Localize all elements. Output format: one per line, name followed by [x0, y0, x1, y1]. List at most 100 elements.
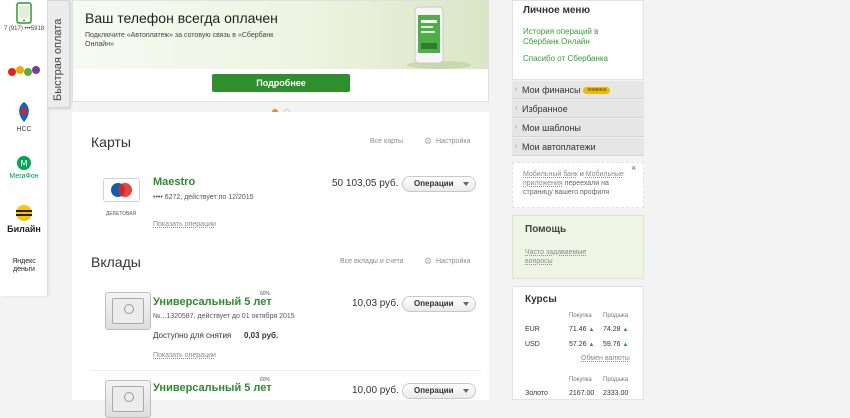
metal-name: Золото — [525, 390, 548, 397]
chevron-down-icon — [463, 182, 469, 186]
operator-yandex-money[interactable]: Яндекс деньги — [0, 258, 48, 274]
menu-label: Мои автоплатежи — [522, 142, 596, 152]
help-title: Помощь — [525, 224, 567, 235]
available-amount: 0,03 руб. — [244, 331, 279, 340]
deposit-rate: 60% — [260, 377, 271, 383]
gear-icon: ⚙ — [424, 256, 433, 266]
card-type-label: ДЕБЕТОВАЯ — [106, 211, 137, 217]
currency-buy: 57.26 ▲ — [569, 341, 595, 348]
currency-code: USD — [525, 341, 540, 348]
quick-pay-rail: 7 (917) •••5918 НСС М МегаФон Билайн Янд… — [0, 0, 48, 296]
metal-buy: 2167.00 — [569, 390, 595, 397]
help-panel: Помощь Часто задаваемые вопросы — [512, 215, 644, 279]
maestro-logo-icon — [111, 183, 132, 197]
metal-sell: 2333.00 — [603, 390, 629, 397]
arrow-up-icon: ▲ — [622, 342, 629, 348]
menu-label: Мои финансы — [522, 85, 581, 95]
currency-sell: 59.76 ▲ — [603, 341, 629, 348]
deposit-name-link[interactable]: Универсальный 5 лет — [153, 296, 272, 308]
operations-label: Операции — [414, 299, 454, 308]
deposit-rate: 60% — [260, 291, 271, 297]
operations-label: Операции — [414, 179, 454, 188]
quick-pay-label: Быстрая оплата — [52, 18, 64, 101]
faq-link[interactable]: Часто задаваемые вопросы — [525, 248, 605, 266]
deposits-settings-link[interactable]: Настройка — [436, 258, 470, 265]
operator-label: МегаФон — [9, 173, 39, 180]
arrow-up-icon: ▲ — [588, 342, 595, 348]
operator-logo-icon — [8, 66, 40, 76]
close-icon[interactable]: × — [631, 163, 636, 173]
operator-label: Билайн — [7, 224, 41, 234]
personal-menu-panel: Личное меню История операций в Сбербанк … — [512, 0, 644, 80]
cards-title: Карты — [91, 134, 131, 150]
deposit-name-link[interactable]: Универсальный 5 лет — [153, 382, 272, 394]
rates-title: Курсы — [525, 294, 557, 305]
currency-buy: 71.46 ▲ — [569, 326, 595, 333]
safe-icon — [105, 292, 151, 330]
mobile-phone-item[interactable]: 7 (917) •••5918 — [0, 2, 48, 32]
mobile-bank-link[interactable]: Мобильный банк — [523, 171, 578, 178]
currency-code: EUR — [525, 326, 540, 333]
banner-title: Ваш телефон всегда оплачен — [85, 10, 278, 26]
chevron-right-icon: › — [515, 105, 518, 112]
banner-subtitle: Подключите «Автоплатеж» за сотовую связь… — [85, 32, 274, 48]
deposit-balance: 10,03 руб. — [352, 298, 399, 309]
chevron-right-icon: › — [515, 86, 518, 93]
card-name-link[interactable]: Maestro — [153, 176, 195, 188]
chevron-right-icon: › — [515, 143, 518, 150]
show-operations-link[interactable]: Показать операции — [153, 221, 216, 228]
new-badge: новинка — [583, 87, 611, 95]
notice-text: Мобильный банк и Мобильные приложения пе… — [523, 171, 624, 196]
deposits-title: Вклады — [91, 254, 141, 270]
menu-label: Мои шаблоны — [522, 123, 581, 133]
operator-label: НСС — [16, 126, 32, 133]
currency-sell: 74.28 ▲ — [603, 326, 629, 333]
personal-menu-title: Личное меню — [523, 5, 590, 16]
history-link[interactable]: История операций в Сбербанк Онлайн — [523, 27, 633, 47]
spasibo-link[interactable]: Спасибо от Сбербанка — [523, 54, 608, 63]
rates-panel: Курсы Покупка Продажа EUR 71.46 ▲ 74.28 … — [512, 286, 644, 400]
operator-nss[interactable]: НСС — [0, 100, 48, 133]
menu-favorites[interactable]: › Избранное — [512, 100, 644, 118]
metals-sell-header: Продажа — [603, 377, 629, 383]
chevron-right-icon: › — [515, 124, 518, 131]
cards-settings-link[interactable]: Настройка — [436, 138, 470, 145]
card-details: •••• 6272, действует по 12/2015 — [153, 194, 254, 201]
promo-banner: Ваш телефон всегда оплачен Подключите «А… — [72, 0, 489, 102]
operator-logo-colorful[interactable] — [0, 62, 48, 84]
operator-megafon[interactable]: М МегаФон — [0, 155, 48, 180]
chevron-down-icon — [463, 302, 469, 306]
show-operations-link[interactable]: Показать операции — [153, 352, 216, 359]
sell-header: Продажа — [603, 313, 629, 319]
quick-pay-tab[interactable]: Быстрая оплата — [48, 0, 70, 108]
megafon-logo-icon: М — [17, 156, 31, 170]
deposit-details: №...1320587, действует до 01 октября 201… — [153, 313, 295, 320]
operator-beeline[interactable]: Билайн — [0, 204, 48, 234]
operator-label: Яндекс деньги — [12, 258, 36, 273]
details-button[interactable]: Подробнее — [212, 74, 350, 92]
deposit-operations-button[interactable]: Операции — [402, 383, 476, 399]
all-cards-link[interactable]: Все карты — [370, 138, 403, 145]
gear-icon: ⚙ — [424, 136, 433, 146]
deposit-balance: 10,00 руб. — [352, 385, 399, 396]
operations-label: Операции — [414, 386, 454, 395]
arrow-up-icon: ▲ — [588, 327, 595, 333]
deposit-operations-button[interactable]: Операции — [402, 296, 476, 312]
menu-autopayments[interactable]: › Мои автоплатежи — [512, 138, 644, 156]
svg-text:М: М — [20, 160, 28, 170]
menu-templates[interactable]: › Мои шаблоны — [512, 119, 644, 137]
safe-icon — [105, 380, 151, 418]
card-balance: 50 103,05 руб. — [332, 178, 399, 189]
right-sidebar: Личное меню История операций в Сбербанк … — [512, 0, 644, 400]
exchange-link[interactable]: Обмен валюты — [581, 355, 630, 362]
smartphone-illustration-icon — [407, 6, 471, 69]
divider — [91, 370, 481, 371]
menu-label: Избранное — [522, 104, 568, 114]
notice-panel: Мобильный банк и Мобильные приложения пе… — [512, 162, 644, 208]
nss-logo-icon — [19, 102, 29, 122]
card-image — [103, 178, 140, 202]
card-operations-button[interactable]: Операции — [402, 176, 476, 192]
all-deposits-link[interactable]: Все вклады и счета — [340, 258, 404, 265]
menu-my-finances[interactable]: › Мои финансы новинка — [512, 81, 644, 99]
arrow-up-icon: ▲ — [622, 327, 629, 333]
